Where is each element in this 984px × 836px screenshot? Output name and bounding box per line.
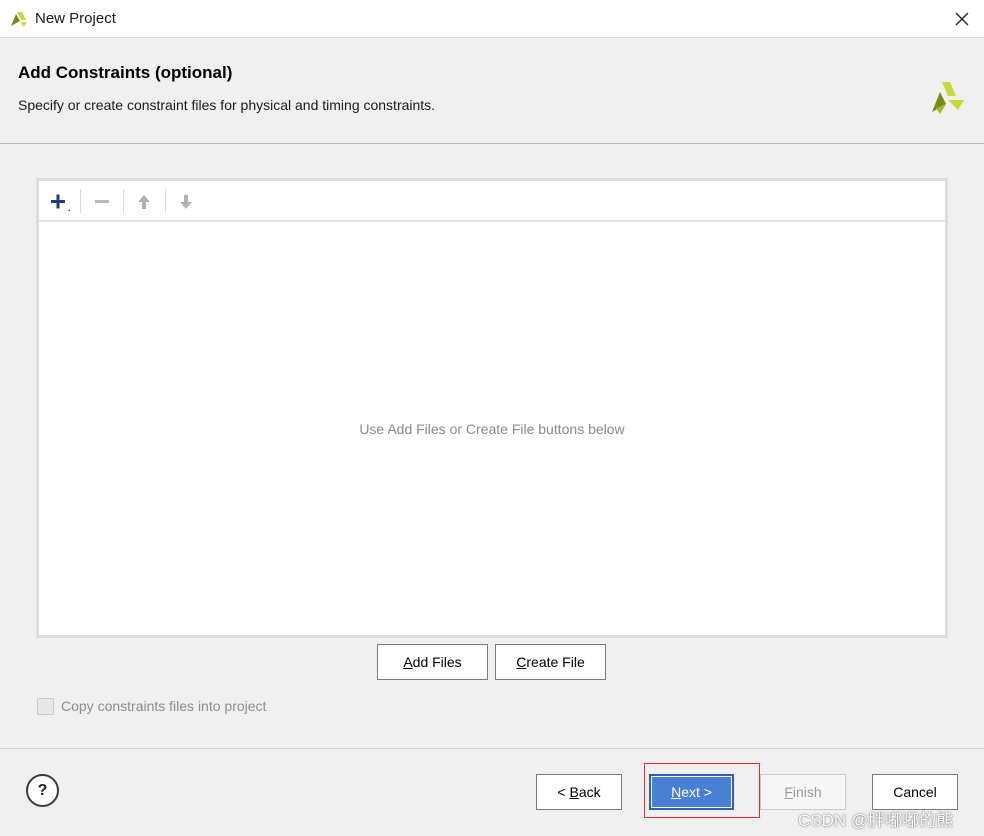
file-toolbar (39, 181, 945, 222)
add-files-button[interactable]: Add Files (377, 644, 488, 680)
move-up-button[interactable] (129, 189, 159, 215)
wizard-header (0, 40, 984, 144)
back-prefix: < (557, 784, 570, 800)
create-file-label: reate File (526, 654, 585, 670)
toolbar-separator (165, 189, 166, 213)
create-file-accel: C (516, 654, 527, 670)
help-button[interactable]: ? (26, 774, 59, 807)
remove-button[interactable] (87, 189, 117, 215)
next-accel: N (671, 784, 682, 800)
title-bar (0, 0, 984, 38)
back-label: ack (578, 784, 601, 800)
cancel-button[interactable]: Cancel (872, 774, 958, 810)
constraints-file-panel (36, 178, 948, 638)
arrow-down-icon (180, 195, 192, 209)
empty-list-message: Use Add Files or Create File buttons bel… (359, 421, 625, 437)
copy-constraints-checkbox[interactable] (37, 698, 54, 715)
move-down-button[interactable] (171, 189, 201, 215)
finish-accel: F (784, 784, 793, 800)
copy-constraints-label: Copy constraints files into project (61, 698, 267, 714)
finish-label: inish (792, 784, 822, 800)
next-button[interactable]: Next > (649, 774, 734, 810)
add-button[interactable] (45, 189, 75, 215)
next-label: ext > (681, 784, 712, 800)
add-files-accel: A (403, 654, 413, 670)
add-files-label: dd Files (412, 654, 462, 670)
back-button[interactable]: < Back (536, 774, 622, 810)
watermark-text: CSDN @胖嘟嘟的熊 (798, 811, 954, 830)
vivado-logo-icon (11, 12, 27, 27)
create-file-button[interactable]: Create File (495, 644, 606, 680)
back-accel: B (569, 784, 579, 800)
vivado-logo-icon (932, 82, 964, 114)
page-subtitle: Specify or create constraint files for p… (18, 97, 436, 113)
toolbar-separator (123, 189, 124, 213)
minus-icon (95, 200, 109, 203)
footer-divider (0, 748, 984, 749)
toolbar-separator (80, 189, 81, 213)
plus-icon (51, 194, 70, 211)
arrow-up-icon (138, 195, 150, 209)
page-title: Add Constraints (optional) (18, 63, 233, 82)
close-button[interactable] (948, 6, 976, 32)
window-title: New Project (35, 10, 116, 27)
finish-button[interactable]: Finish (760, 774, 846, 810)
close-icon (955, 12, 969, 26)
